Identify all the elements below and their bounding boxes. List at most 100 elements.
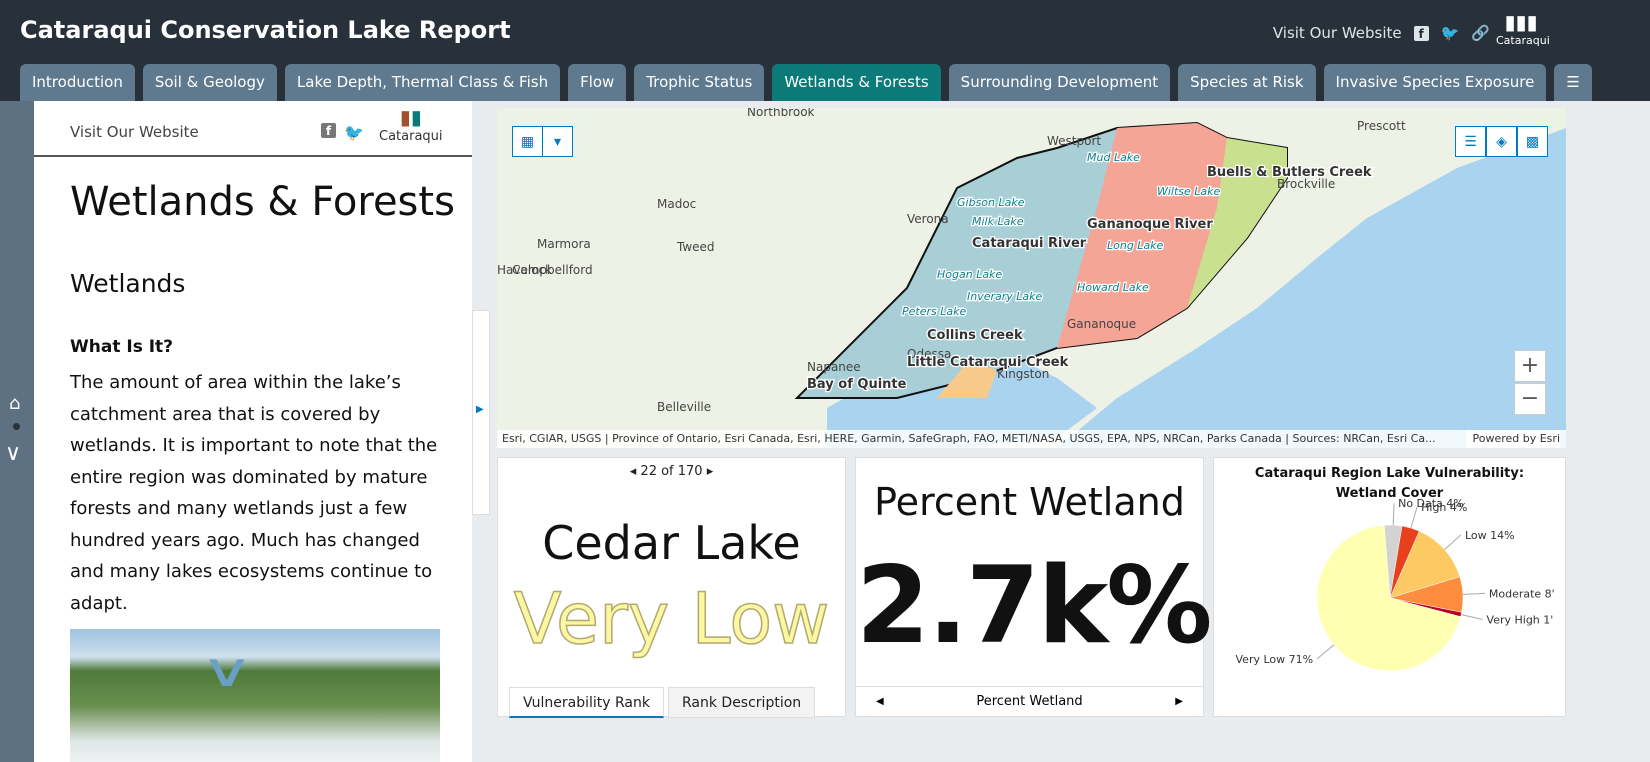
pager-text: 22 of 170 bbox=[640, 464, 703, 479]
tab-introduction[interactable]: Introduction bbox=[20, 64, 135, 101]
tab-soil-geology[interactable]: Soil & Geology bbox=[142, 64, 277, 101]
place-label: Westport bbox=[1047, 134, 1101, 148]
tab-wetlands-forests[interactable]: Wetlands & Forests bbox=[772, 64, 941, 101]
tab-list-icon[interactable]: ☰ bbox=[1554, 64, 1592, 101]
pie-label: Very High 1' bbox=[1487, 613, 1554, 626]
twitter-icon[interactable]: 🐦 bbox=[344, 123, 364, 142]
logo-text: Cataraqui bbox=[1496, 34, 1550, 47]
tab-trophic-status[interactable]: Trophic Status bbox=[634, 64, 765, 101]
watershed-label[interactable]: Collins Creek bbox=[926, 327, 1024, 345]
facebook-icon[interactable]: f bbox=[1413, 25, 1429, 41]
watershed-label[interactable]: Buells & Butlers Creek bbox=[1206, 164, 1373, 182]
page-title: Wetlands & Forests bbox=[70, 179, 455, 225]
place-label: Havelock bbox=[497, 263, 552, 277]
chart-title: Cataraqui Region Lake Vulnerability: Wet… bbox=[1254, 466, 1525, 501]
place-label: Napanee bbox=[807, 360, 861, 374]
pie-chart-card: No Data 4% High 4% Low 14% Moderate 8' Very … bbox=[1213, 457, 1566, 717]
place-label: Gananoque bbox=[1067, 317, 1136, 331]
feature-card: ◂ 22 of 170 ▸ Cedar Lake Very Low bbox=[497, 457, 846, 717]
pie-leader-line bbox=[1444, 534, 1462, 550]
section-heading: Wetlands bbox=[70, 269, 186, 298]
pie-leader-line bbox=[1460, 614, 1483, 620]
indicator-card: Percent Wetland 2.7k% ◀ Percent Wetland ▶ bbox=[855, 457, 1212, 717]
link-icon[interactable]: 🔗 bbox=[1471, 24, 1490, 42]
tab-surrounding-development[interactable]: Surrounding Development bbox=[948, 64, 1171, 101]
watershed-label[interactable]: Inverary Lake bbox=[966, 289, 1044, 305]
lake-name: Cedar Lake bbox=[542, 516, 801, 570]
visit-website-link[interactable]: Visit Our Website bbox=[1273, 24, 1402, 42]
watershed-label[interactable]: Little Cataraqui Creek bbox=[906, 354, 1070, 372]
home-icon[interactable]: ⌂ bbox=[9, 393, 20, 414]
twitter-icon[interactable]: 🐦 bbox=[1441, 24, 1460, 42]
app-title: Cataraqui Conservation Lake Report bbox=[20, 16, 511, 44]
place-label: Marmora bbox=[537, 237, 591, 251]
next-icon[interactable]: ▶ bbox=[1175, 687, 1183, 717]
prev-icon[interactable]: ◀ bbox=[876, 687, 884, 717]
pie-label: Low 14% bbox=[1465, 529, 1515, 542]
prev-icon[interactable]: ◂ bbox=[630, 464, 637, 479]
visit-website-link[interactable]: Visit Our Website bbox=[70, 123, 199, 141]
layers-icon[interactable]: ◈ bbox=[1486, 126, 1517, 157]
chevron-down-icon[interactable]: ∨ bbox=[200, 643, 254, 697]
place-label: Verona bbox=[907, 212, 949, 226]
dropdown-button[interactable]: ▾ bbox=[542, 126, 573, 157]
watershed-label[interactable]: Gibson Lake bbox=[956, 195, 1026, 211]
map-attribution: Esri, CGIAR, USGS | Province of Ontario,… bbox=[497, 430, 1566, 448]
legend-icon[interactable]: ☰ bbox=[1455, 126, 1486, 157]
watershed-label[interactable]: Bay of Quinte bbox=[806, 376, 908, 394]
watershed-label[interactable]: Peters Lake bbox=[901, 304, 968, 320]
attribution-text: Esri, CGIAR, USGS | Province of Ontario,… bbox=[502, 432, 1436, 445]
tab-vulnerability-rank[interactable]: Vulnerability Rank bbox=[509, 687, 664, 718]
indicator-footer: Percent Wetland bbox=[976, 694, 1083, 709]
tab-species-at-risk[interactable]: Species at Risk bbox=[1178, 64, 1316, 101]
qr-code-icon[interactable]: ▩ bbox=[1517, 126, 1548, 157]
facebook-icon[interactable]: f bbox=[321, 123, 336, 138]
watershed-label[interactable]: Gananoque River bbox=[1086, 216, 1215, 234]
zoom-out-button[interactable]: − bbox=[1514, 383, 1546, 415]
indicator-title: Percent Wetland bbox=[874, 480, 1185, 524]
indicator-value: 2.7k% bbox=[856, 544, 1212, 667]
chevron-down-icon[interactable]: ∨ bbox=[5, 441, 21, 466]
feature-pager: ◂ 22 of 170 ▸ bbox=[498, 464, 845, 479]
panel-collapse-button[interactable]: ▶ bbox=[472, 310, 490, 515]
logo: ▮▮▮ Cataraqui bbox=[1496, 10, 1550, 47]
wetland-photo: ∨ bbox=[70, 629, 440, 762]
watershed-label[interactable]: Howard Lake bbox=[1076, 280, 1150, 296]
basemap-icon[interactable]: ▦ bbox=[512, 126, 543, 157]
pie-leader-line bbox=[1392, 503, 1395, 526]
section-dot[interactable] bbox=[13, 423, 20, 430]
watershed-label[interactable]: Mud Lake bbox=[1086, 150, 1142, 166]
tab-flow[interactable]: Flow bbox=[568, 64, 627, 101]
watershed-label[interactable]: Milk Lake bbox=[971, 214, 1025, 230]
pie-leader-line bbox=[1316, 644, 1335, 660]
tab-lake-depth-thermal-class-fish[interactable]: Lake Depth, Thermal Class & Fish bbox=[284, 64, 561, 101]
logo: ▮▮ Cataraqui bbox=[379, 105, 443, 144]
pie-label: Very Low 71% bbox=[1236, 653, 1314, 666]
pie-label: Moderate 8' bbox=[1489, 587, 1555, 600]
caret-right-icon: ▶ bbox=[476, 404, 484, 415]
next-icon[interactable]: ▸ bbox=[707, 464, 714, 479]
place-label: Prescott bbox=[1357, 119, 1406, 133]
watershed-label[interactable]: Long Lake bbox=[1106, 238, 1165, 254]
vulnerability-rank: Very Low bbox=[513, 577, 830, 661]
place-label: Tweed bbox=[676, 240, 715, 254]
zoom-in-button[interactable]: + bbox=[1514, 350, 1546, 382]
logo-text: Cataraqui bbox=[379, 129, 443, 144]
pie-leader-line bbox=[1410, 506, 1418, 529]
powered-by-esri[interactable]: Powered by Esri bbox=[1466, 430, 1560, 448]
map-view[interactable]: Northbrook Westport Prescott Marmora Madoc Tw… bbox=[497, 108, 1566, 448]
tab-invasive-species-exposure[interactable]: Invasive Species Exposure bbox=[1323, 64, 1547, 101]
story-panel: Visit Our Website f 🐦 ▮▮ Cataraqui Wetland… bbox=[34, 101, 472, 762]
watershed-label[interactable]: Cataraqui River bbox=[971, 235, 1088, 253]
section-nav-rail: ⌂ ∨ bbox=[0, 101, 34, 762]
watershed-label[interactable]: Hogan Lake bbox=[936, 267, 1004, 283]
app-header: Cataraqui Conservation Lake Report Visit… bbox=[0, 0, 1650, 101]
description-text: The amount of area within the lake’s cat… bbox=[70, 372, 438, 614]
place-label: Northbrook bbox=[747, 108, 815, 119]
question-heading: What Is It? bbox=[70, 337, 174, 357]
place-label: Belleville bbox=[657, 400, 711, 414]
place-label: Madoc bbox=[657, 197, 696, 211]
tab-rank-description[interactable]: Rank Description bbox=[667, 687, 816, 718]
watershed-label[interactable]: Wiltse Lake bbox=[1156, 184, 1222, 200]
pie-leader-line bbox=[1462, 592, 1485, 595]
